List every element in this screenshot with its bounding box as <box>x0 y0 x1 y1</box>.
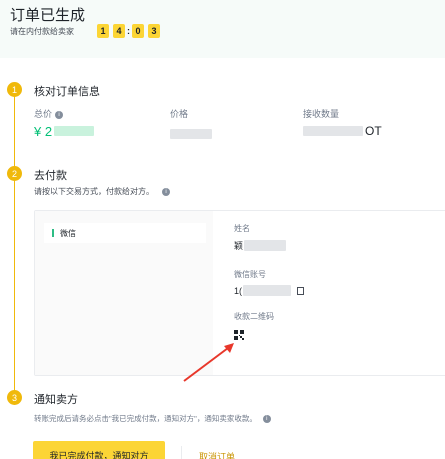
pay-hint: 请在内付款给卖家 <box>10 27 74 36</box>
info-icon[interactable]: i <box>55 110 64 119</box>
name-label: 姓名 <box>234 224 250 233</box>
total-price-label: 总价 i <box>34 107 64 120</box>
qr-code-icon[interactable] <box>234 327 244 340</box>
confirm-payment-button[interactable]: 我已完成付款，通知对方 <box>33 441 165 459</box>
timer-digit: 4 <box>113 24 125 38</box>
timer-separator: : <box>127 26 130 36</box>
step-2-title: 去付款 <box>34 170 67 182</box>
account-label: 微信账号 <box>234 270 266 279</box>
step-1-title: 核对订单信息 <box>34 86 100 98</box>
order-header: 订单已生成 请在内付款给卖家 1 4 : 0 3 <box>0 0 445 58</box>
countdown-timer: 1 4 : 0 3 <box>97 24 160 38</box>
step-3-badge: 3 <box>7 390 22 405</box>
annotation-arrow <box>183 343 234 382</box>
info-icon[interactable]: i <box>262 415 271 424</box>
price-value-redacted <box>170 126 212 144</box>
step-3-title: 通知卖方 <box>34 394 78 406</box>
notify-description: 转账完成后请务必点击"我已完成付款，通知对方"，通知卖家收款。 i <box>34 413 271 424</box>
step-2-badge: 2 <box>7 166 22 181</box>
quantity-label: 接收数量 <box>303 109 340 119</box>
timer-digit: 1 <box>97 24 109 38</box>
total-price-value: ¥ 2 <box>34 124 95 139</box>
copy-icon[interactable] <box>297 286 305 295</box>
step-connector-line <box>14 92 15 392</box>
timer-digit: 3 <box>148 24 160 38</box>
price-label: 价格 <box>170 109 189 119</box>
quantity-value: OT <box>303 124 382 138</box>
payment-method-label: 微信 <box>60 228 76 238</box>
cancel-order-link[interactable]: 取消订单 <box>199 450 235 459</box>
qr-code-label: 收款二维码 <box>234 312 274 321</box>
divider <box>181 446 182 459</box>
method-indicator <box>52 229 54 237</box>
payment-method-wechat[interactable]: 微信 <box>44 223 206 243</box>
timer-digit: 0 <box>132 24 144 38</box>
info-icon[interactable]: i <box>162 187 170 196</box>
step-1-badge: 1 <box>7 82 22 97</box>
name-value: 颖 <box>234 239 287 252</box>
account-value: 1( <box>234 285 305 296</box>
order-title: 订单已生成 <box>10 7 86 24</box>
payment-description: 请按以下交易方式，付款给对方。 i <box>34 186 170 197</box>
